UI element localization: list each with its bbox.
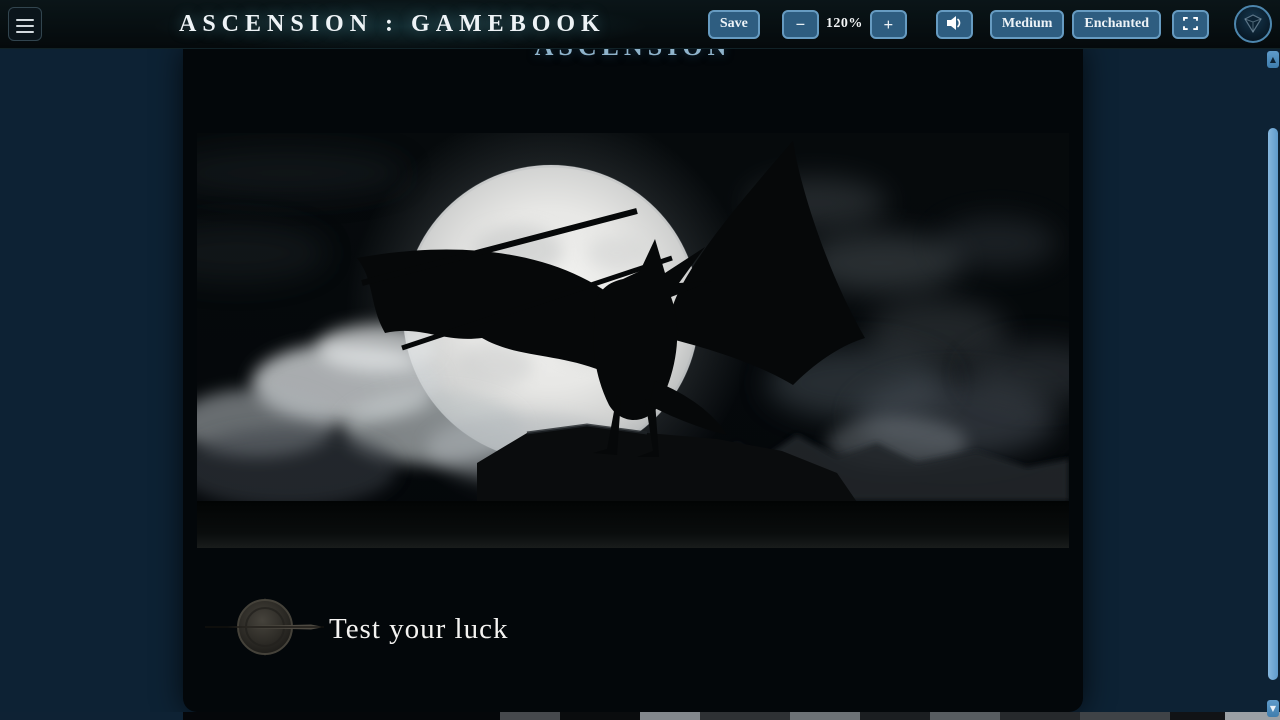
choice-label: Test your luck	[329, 613, 509, 646]
content-panel: ASCENSION	[183, 48, 1083, 712]
scroll-down-button[interactable]: ▼	[1267, 700, 1279, 717]
scrollbar[interactable]: ▲ ▼	[1266, 48, 1280, 720]
page-heading: ASCENSION	[183, 48, 1083, 62]
save-button[interactable]: Save	[708, 10, 760, 39]
bottom-edge-strip	[0, 712, 1280, 720]
app-title: ASCENSION : GAMEBOOK	[179, 0, 606, 49]
down-arrow-icon: ▼	[1270, 704, 1276, 713]
mode-button[interactable]: Enchanted	[1072, 10, 1161, 39]
dragon-moon-scene-image	[197, 133, 1069, 548]
header-controls: Save − 120% + Medium Enchanted	[708, 0, 1272, 48]
scroll-up-button[interactable]: ▲	[1267, 51, 1279, 68]
scrollbar-thumb[interactable]	[1268, 128, 1278, 680]
up-arrow-icon: ▲	[1270, 55, 1276, 64]
zoom-level: 120%	[826, 16, 863, 32]
difficulty-button[interactable]: Medium	[990, 10, 1065, 39]
menu-button[interactable]	[8, 7, 42, 41]
sound-button[interactable]	[936, 10, 973, 39]
compass-blade-emblem-icon	[203, 596, 325, 663]
zoom-out-button[interactable]: −	[782, 10, 819, 39]
fullscreen-icon	[1183, 16, 1198, 33]
choice-test-your-luck[interactable]: Test your luck	[203, 598, 509, 660]
zoom-in-button[interactable]: +	[870, 10, 907, 39]
gamebook-logo-icon	[1242, 12, 1264, 37]
speaker-icon	[945, 15, 963, 34]
header: ASCENSION : GAMEBOOK Save − 120% + Mediu…	[0, 0, 1280, 49]
hamburger-icon	[15, 19, 35, 34]
fullscreen-button[interactable]	[1172, 10, 1209, 39]
avatar-button[interactable]	[1234, 5, 1272, 43]
